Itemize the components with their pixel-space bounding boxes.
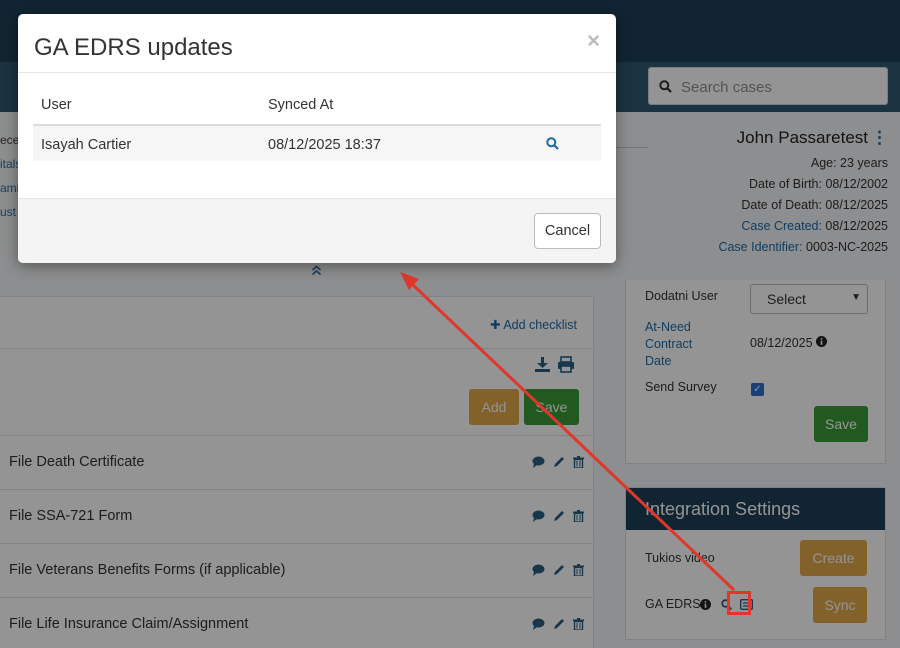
column-header-user: User bbox=[41, 97, 72, 113]
search-icon[interactable] bbox=[546, 137, 559, 153]
close-icon[interactable]: × bbox=[587, 28, 600, 54]
column-header-synced-at: Synced At bbox=[268, 97, 334, 113]
modal-header: GA EDRS updates × bbox=[18, 14, 616, 73]
table-row: Isayah Cartier 08/12/2025 18:37 bbox=[33, 126, 601, 161]
modal-title: GA EDRS updates bbox=[34, 34, 233, 61]
modal-footer: Cancel bbox=[18, 198, 616, 263]
cell-user: Isayah Cartier bbox=[41, 137, 132, 153]
modal-body: User Synced At Isayah Cartier 08/12/2025… bbox=[18, 73, 616, 198]
cancel-button[interactable]: Cancel bbox=[534, 213, 601, 249]
ga-edrs-updates-modal: GA EDRS updates × User Synced At Isayah … bbox=[18, 14, 616, 263]
cell-synced-at: 08/12/2025 18:37 bbox=[268, 137, 381, 153]
